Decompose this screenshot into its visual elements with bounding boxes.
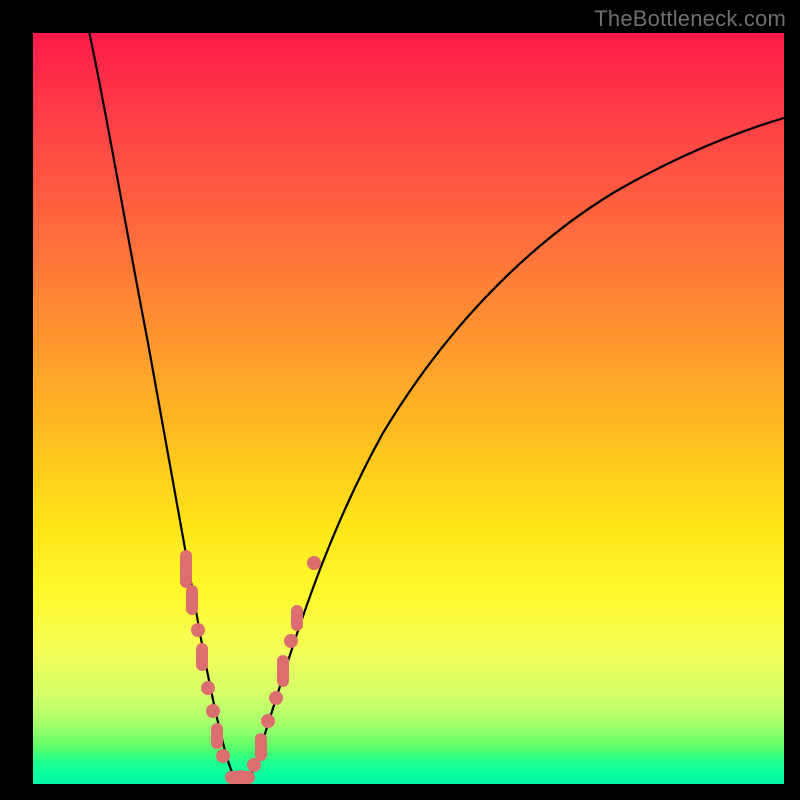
watermark-text: TheBottleneck.com: [594, 6, 786, 32]
marker-dot: [211, 723, 223, 749]
marker-dot: [196, 643, 208, 671]
marker-dot: [206, 704, 220, 718]
marker-dot: [180, 550, 192, 588]
markers-right: [247, 556, 321, 772]
marker-dot: [261, 714, 275, 728]
markers-left: [180, 550, 230, 763]
marker-dot: [277, 655, 289, 687]
marker-dot: [234, 770, 248, 784]
marker-dot: [291, 605, 303, 631]
marker-dot: [186, 585, 198, 615]
markers-trough: [225, 770, 255, 784]
right-curve: [247, 118, 784, 784]
chart-frame: TheBottleneck.com: [0, 0, 800, 800]
curve-layer: [33, 33, 784, 784]
left-curve: [85, 13, 239, 784]
marker-dot: [255, 733, 267, 761]
marker-dot: [201, 681, 215, 695]
marker-dot: [216, 749, 230, 763]
marker-dot: [269, 691, 283, 705]
marker-dot: [191, 623, 205, 637]
marker-dot: [284, 634, 298, 648]
marker-dot: [307, 556, 321, 570]
plot-area: [33, 33, 784, 784]
